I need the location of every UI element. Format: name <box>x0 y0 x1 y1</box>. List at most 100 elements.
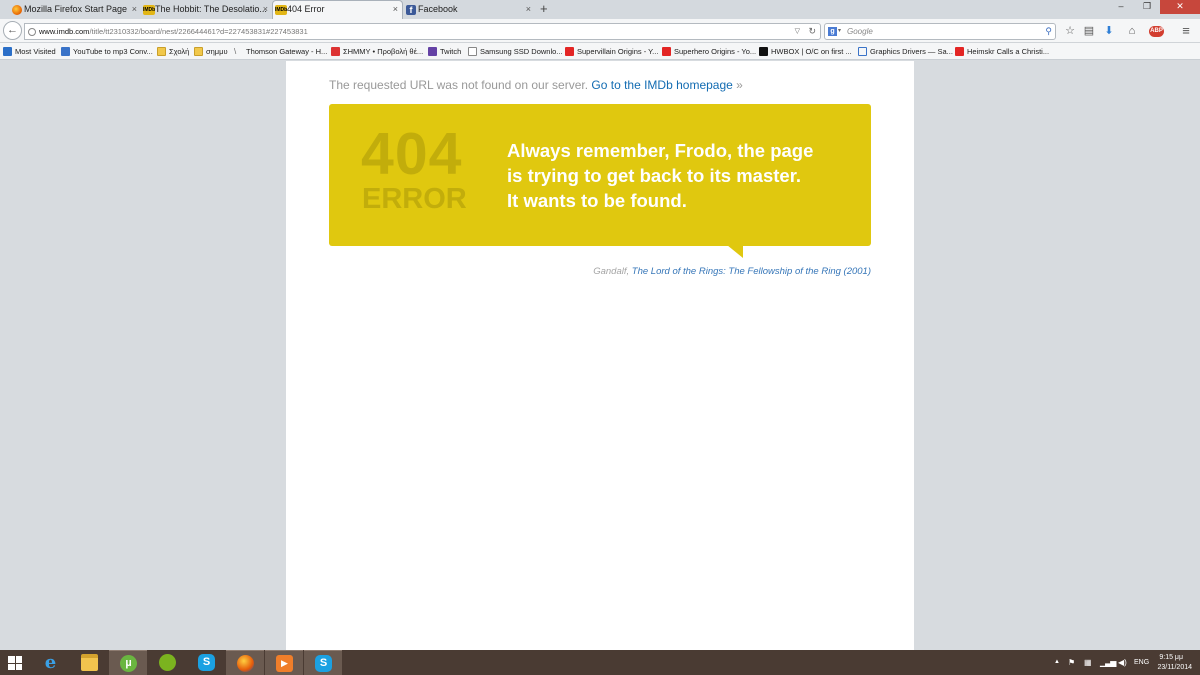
reload-icon[interactable]: ↻ <box>808 24 816 39</box>
new-tab-button[interactable]: + <box>540 0 548 18</box>
url-host: www.imdb.com <box>39 27 90 36</box>
bookmark-label: Superhero Origins - Yo... <box>674 47 757 56</box>
bookmark-supervillain[interactable]: Supervillain Origins - Y... <box>565 43 658 60</box>
bookmark-heimskr[interactable]: Heimskr Calls a Christi... <box>955 43 1049 60</box>
utorrent-icon: µ <box>120 655 137 672</box>
window-close-button[interactable]: ✕ <box>1160 0 1200 14</box>
bookmark-superhero[interactable]: Superhero Origins - Yo... <box>662 43 756 60</box>
windows-taskbar: e µ S ▶ S ▲ ⚑ ▦ ▁▃▅ ◀) ENG 9:15 μμ 23/11… <box>0 650 1200 675</box>
bookmark-label: Samsung SSD Downlo... <box>480 47 563 56</box>
bookmark-youtube-mp3[interactable]: YouTube to mp3 Conv... <box>61 43 153 60</box>
bookmark-simmy-forum[interactable]: ΣΗΜΜΥ • Προβολή θέ... <box>331 43 423 60</box>
bookmark-thomson-gateway[interactable]: \ Thomson Gateway - H... <box>234 43 327 60</box>
adblock-icon[interactable]: ABP <box>1149 26 1164 37</box>
thomson-icon: \ <box>234 47 237 56</box>
bookmarks-toolbar: Most Visited YouTube to mp3 Conv... Σχολ… <box>0 43 1200 60</box>
url-bar[interactable]: www.imdb.com/title/tt2310332/board/nest/… <box>24 23 821 40</box>
start-icon <box>8 656 22 670</box>
tab-title: 404 Error <box>287 4 325 14</box>
quote-line: It wants to be found. <box>507 190 687 211</box>
imdb-homepage-link[interactable]: Go to the IMDb homepage <box>591 78 732 92</box>
reading-list-icon[interactable]: ▤ <box>1081 23 1097 39</box>
error-quote: Always remember, Frodo, the page is tryi… <box>507 138 847 213</box>
taskbar-skype[interactable]: S <box>187 650 225 675</box>
page-content: The requested URL was not found on our s… <box>286 61 914 650</box>
tab-hobbit[interactable]: IMDb The Hobbit: The Desolatio... × <box>141 1 272 19</box>
back-button[interactable]: ← <box>3 21 22 40</box>
bookmark-graphics-drivers[interactable]: Graphics Drivers — Sa... <box>858 43 953 60</box>
flag-icon[interactable]: ⚑ <box>1068 658 1075 667</box>
network-icon[interactable]: ▦ <box>1084 658 1092 667</box>
bookmark-label: Thomson Gateway - H... <box>246 47 328 56</box>
error-code: 404 <box>361 121 463 187</box>
attribution-speaker: Gandalf, <box>593 266 630 277</box>
taskbar-firefox[interactable] <box>226 650 264 675</box>
bookmark-label: HWBOX | O/C on first ... <box>771 47 852 56</box>
close-icon[interactable]: × <box>132 1 137 18</box>
bookmark-label: Supervillain Origins - Y... <box>577 47 659 56</box>
globe-icon <box>28 28 36 36</box>
restore-button[interactable]: ❐ <box>1134 0 1160 14</box>
tray-overflow-icon[interactable]: ▲ <box>1054 659 1060 665</box>
tab-404-error[interactable]: IMDb 404 Error × <box>272 0 403 19</box>
signal-icon[interactable]: ▁▃▅ <box>1100 658 1117 667</box>
page-icon <box>468 47 477 56</box>
fellowship-of-the-ring-link[interactable]: The Lord of the Rings: The Fellowship of… <box>632 266 871 277</box>
star-icon[interactable]: ☆ <box>1062 23 1078 39</box>
bookmark-hwbox[interactable]: HWBOX | O/C on first ... <box>759 43 852 60</box>
volume-icon[interactable]: ◀) <box>1118 658 1127 667</box>
home-icon[interactable]: ⌂ <box>1124 23 1140 39</box>
taskbar-file-explorer[interactable] <box>70 650 108 675</box>
raquo-glyph: » <box>736 78 743 92</box>
speech-bubble-tail <box>727 245 743 258</box>
tab-title: Facebook <box>418 4 458 14</box>
clock-date[interactable]: 23/11/2014 <box>1142 664 1192 671</box>
tab-facebook[interactable]: f Facebook × <box>404 1 535 19</box>
taskbar-media-player[interactable]: ▶ <box>265 650 303 675</box>
bookmark-folder-simmy[interactable]: σημμυ <box>194 43 228 60</box>
tab-title: The Hobbit: The Desolatio... <box>155 4 267 14</box>
bookmark-label: YouTube to mp3 Conv... <box>73 47 153 56</box>
navigation-toolbar: ← www.imdb.com/title/tt2310332/board/nes… <box>0 19 1200 43</box>
minimize-button[interactable]: – <box>1108 0 1134 14</box>
taskbar-internet-explorer[interactable]: e <box>31 650 69 675</box>
bookmark-samsung-ssd[interactable]: Samsung SSD Downlo... <box>468 43 563 60</box>
search-input[interactable]: g ▾ Google ⚲ <box>824 23 1056 40</box>
not-found-text: The requested URL was not found on our s… <box>329 78 589 92</box>
search-icon[interactable]: ⚲ <box>1045 24 1052 39</box>
search-placeholder: Google <box>847 27 873 36</box>
bookmark-label: σημμυ <box>206 47 228 56</box>
firefox-icon <box>237 655 254 672</box>
facebook-icon: f <box>406 5 416 15</box>
bookmark-folder-sxoli[interactable]: Σχολή <box>157 43 189 60</box>
bookmark-twitch[interactable]: Twitch <box>428 43 461 60</box>
taskbar-utorrent[interactable]: µ <box>109 650 147 675</box>
bookmark-label: Σχολή <box>169 47 190 56</box>
taskbar-skype-running[interactable]: S <box>304 650 342 675</box>
folder-icon <box>194 47 203 56</box>
bookmark-label: ΣΗΜΜΥ • Προβολή θέ... <box>343 47 424 56</box>
close-icon[interactable]: × <box>263 1 268 18</box>
bookmark-most-visited[interactable]: Most Visited <box>3 43 56 60</box>
skype-icon: S <box>198 654 215 671</box>
google-icon[interactable]: g <box>828 27 837 36</box>
bookmark-label: Graphics Drivers — Sa... <box>870 47 953 56</box>
youtube-icon <box>565 47 574 56</box>
hwbox-icon <box>759 47 768 56</box>
download-icon[interactable]: ⬇ <box>1101 23 1117 39</box>
close-icon[interactable]: × <box>526 1 531 18</box>
tab-firefox-start[interactable]: Mozilla Firefox Start Page × <box>10 1 141 19</box>
quote-line: is trying to get back to its master. <box>507 165 802 186</box>
folder-icon <box>157 47 166 56</box>
nvidia-icon <box>858 47 867 56</box>
taskbar-spotify[interactable] <box>148 650 186 675</box>
youtube-icon <box>662 47 671 56</box>
error-404-box: 404 ERROR Always remember, Frodo, the pa… <box>329 104 871 258</box>
menu-icon[interactable]: ≡ <box>1178 23 1194 39</box>
bookmark-label: Most Visited <box>15 47 56 56</box>
close-icon[interactable]: × <box>393 1 398 18</box>
chevron-down-icon[interactable]: ▽ <box>795 24 800 39</box>
caret-down-icon[interactable]: ▾ <box>838 24 841 39</box>
clock-time[interactable]: 9:15 μμ <box>1143 654 1183 661</box>
quote-attribution: Gandalf, The Lord of the Rings: The Fell… <box>593 266 871 277</box>
